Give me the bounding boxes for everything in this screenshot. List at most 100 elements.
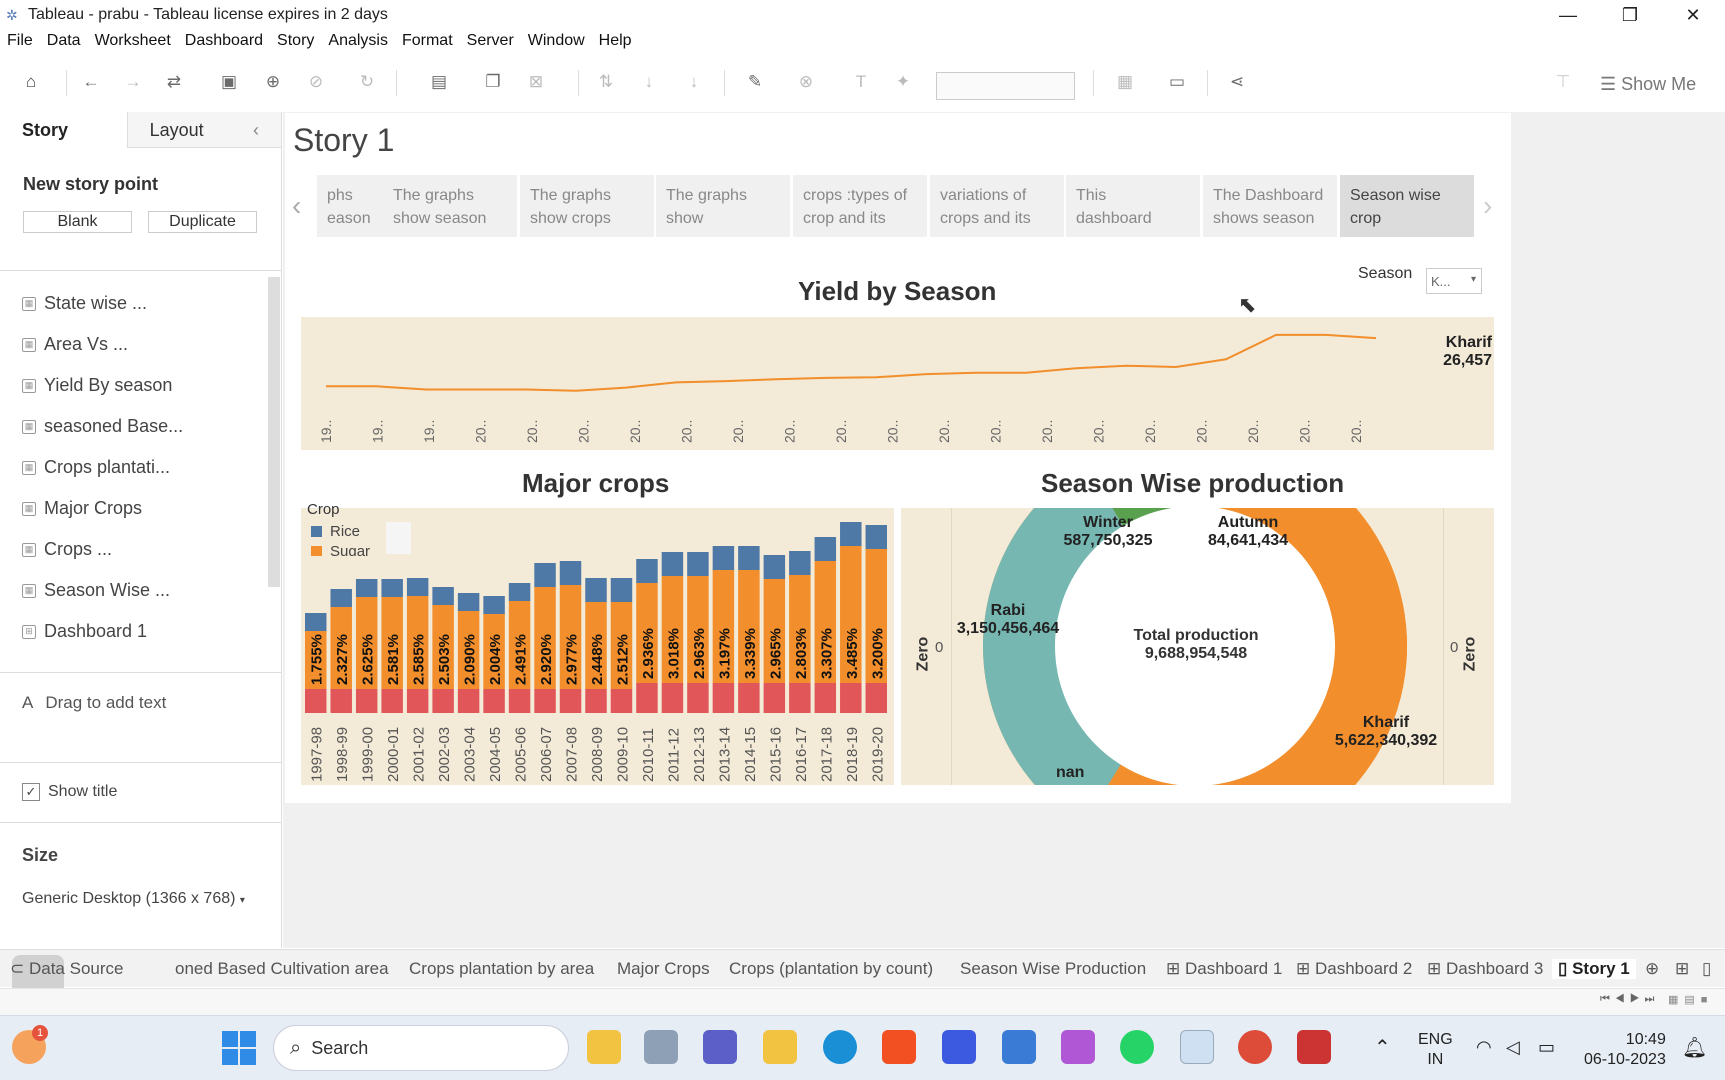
share-icon[interactable]: ⋖ xyxy=(1226,72,1248,92)
show-me-button[interactable]: ☰ Show Me xyxy=(1600,74,1696,95)
story-point[interactable]: phs eason xyxy=(317,175,383,237)
close-button[interactable]: ✕ xyxy=(1663,0,1723,30)
new-dashboard-tab-icon[interactable]: ⊞ xyxy=(1675,959,1689,979)
clear-icon[interactable]: ⊠ xyxy=(525,72,547,92)
pin-icon[interactable]: ✦ xyxy=(892,72,914,92)
highlight-icon[interactable]: ✎ xyxy=(744,72,766,92)
home-icon[interactable]: ⌂ xyxy=(20,72,42,92)
story-point[interactable]: The graphs show season xyxy=(383,175,517,237)
label-icon[interactable]: T xyxy=(850,72,872,92)
story-point[interactable]: crops :types of crop and its xyxy=(793,175,927,237)
sheet-item[interactable]: ⊞ Dashboard 1 xyxy=(0,611,282,652)
sheet-list-scrollbar[interactable] xyxy=(268,277,280,587)
notepad-icon[interactable] xyxy=(1002,1030,1036,1064)
teams-icon[interactable] xyxy=(703,1030,737,1064)
store-icon[interactable] xyxy=(882,1030,916,1064)
clipchamp-icon[interactable] xyxy=(1061,1030,1095,1064)
new-datasource-icon[interactable]: ⊕ xyxy=(262,72,284,92)
legend-scrollbar[interactable] xyxy=(386,522,411,554)
wifi-icon[interactable]: ◠ xyxy=(1476,1037,1492,1058)
file-explorer-icon[interactable] xyxy=(763,1030,797,1064)
menu-story[interactable]: Story xyxy=(270,32,321,58)
group-icon[interactable]: ⊗ xyxy=(795,72,817,92)
volume-icon[interactable]: ◁ xyxy=(1506,1037,1520,1058)
premiere-app-icon[interactable] xyxy=(587,1030,621,1064)
sheet-navigation-icons[interactable]: ⏮◀▶⏭ xyxy=(1600,993,1659,1006)
swap-icon[interactable]: ⇅ xyxy=(595,72,617,92)
story-point[interactable]: This dashboard xyxy=(1066,175,1200,237)
menu-worksheet[interactable]: Worksheet xyxy=(88,32,178,58)
story-point[interactable]: The graphs show xyxy=(656,175,790,237)
access-app-icon[interactable] xyxy=(1297,1030,1331,1064)
redo-icon[interactable]: → xyxy=(122,72,144,92)
pause-update-icon[interactable]: ⊘ xyxy=(305,72,327,92)
menu-data[interactable]: Data xyxy=(40,32,88,58)
tab-sheet[interactable]: Major Crops xyxy=(617,959,710,979)
duplicate-button[interactable]: Duplicate xyxy=(148,211,257,233)
format-painter-icon[interactable]: ⊤ xyxy=(1552,72,1574,92)
sheet-item[interactable]: ▦ Crops plantati... xyxy=(0,447,282,488)
menu-dashboard[interactable]: Dashboard xyxy=(178,32,270,58)
menu-help[interactable]: Help xyxy=(592,32,639,58)
menu-format[interactable]: Format xyxy=(395,32,460,58)
menu-analysis[interactable]: Analysis xyxy=(321,32,395,58)
story-point[interactable]: The Dashboard shows season xyxy=(1203,175,1337,237)
whatsapp-icon[interactable] xyxy=(1120,1030,1154,1064)
sheet-item[interactable]: ▦ Area Vs ... xyxy=(0,324,282,365)
restore-button[interactable]: ❐ xyxy=(1600,0,1660,30)
editor-app-icon[interactable] xyxy=(942,1030,976,1064)
story-prev-arrow[interactable]: ‹ xyxy=(292,190,301,222)
tab-dashboard[interactable]: ⊞ Dashboard 1 xyxy=(1166,959,1282,979)
size-dropdown[interactable]: Generic Desktop (1366 x 768) ▾ xyxy=(22,890,245,908)
undo-icon[interactable]: ← xyxy=(80,72,102,92)
blank-button[interactable]: Blank xyxy=(23,211,132,233)
story-point[interactable]: variations of crops and its xyxy=(930,175,1064,237)
show-title-option[interactable]: ✓ Show title xyxy=(0,762,282,821)
show-cards-icon[interactable]: ▦ xyxy=(1114,72,1136,92)
tab-layout[interactable]: Layout ‹ xyxy=(126,112,281,148)
season-filter-dropdown[interactable]: K... ▾ xyxy=(1426,268,1482,294)
duplicate-icon[interactable]: ❐ xyxy=(482,72,504,92)
edge-icon[interactable] xyxy=(823,1030,857,1064)
sheet-item[interactable]: ▦ seasoned Base... xyxy=(0,406,282,447)
sheet-item[interactable]: ▦ State wise ... xyxy=(0,283,282,324)
tab-data-source[interactable]: ⊂ Data Source xyxy=(10,959,123,979)
tableau-taskbar-icon[interactable] xyxy=(1180,1030,1214,1064)
save-icon[interactable]: ▣ xyxy=(218,72,240,92)
collapse-pane-icon[interactable]: ‹ xyxy=(253,120,259,141)
tab-story-1[interactable]: ▯ Story 1 xyxy=(1552,959,1636,979)
fit-dropdown[interactable] xyxy=(936,72,1075,100)
menu-window[interactable]: Window xyxy=(521,32,592,58)
tray-chevron-icon[interactable]: ⌃ xyxy=(1374,1035,1391,1060)
new-story-tab-icon[interactable]: ▯ xyxy=(1702,959,1711,979)
sort-asc-icon[interactable]: ↓ xyxy=(638,72,660,92)
legend-item-rice[interactable]: Rice xyxy=(311,523,360,540)
minimize-button[interactable]: — xyxy=(1538,0,1598,30)
new-worksheet-tab-icon[interactable]: ⊕ xyxy=(1645,959,1659,979)
sheet-item[interactable]: ▦ Crops ... xyxy=(0,529,282,570)
tab-sheet[interactable]: oned Based Cultivation area xyxy=(175,959,389,979)
language-indicator[interactable]: ENG IN xyxy=(1418,1030,1453,1070)
sort-desc-icon[interactable]: ↓ xyxy=(683,72,705,92)
tab-sheet[interactable]: Crops plantation by area xyxy=(409,959,594,979)
sheet-item[interactable]: ▦ Season Wise ... xyxy=(0,570,282,611)
tab-story[interactable]: Story xyxy=(0,112,127,148)
notifications-bell-icon[interactable]: 🔔︎ xyxy=(1682,1035,1707,1060)
clock[interactable]: 10:49 06-10-2023 xyxy=(1584,1030,1666,1070)
tab-sheet[interactable]: Season Wise Production xyxy=(960,959,1146,979)
tab-dashboard[interactable]: ⊞ Dashboard 2 xyxy=(1296,959,1412,979)
menu-file[interactable]: File xyxy=(0,32,40,58)
presentation-icon[interactable]: ▭ xyxy=(1166,72,1188,92)
sheet-item[interactable]: ▦ Yield By season xyxy=(0,365,282,406)
tab-dashboard[interactable]: ⊞ Dashboard 3 xyxy=(1427,959,1543,979)
tab-sheet[interactable]: Crops (plantation by count) xyxy=(729,959,933,979)
menu-server[interactable]: Server xyxy=(460,32,521,58)
new-worksheet-icon[interactable]: ▤ xyxy=(428,72,450,92)
drag-text-item[interactable]: A Drag to add text xyxy=(0,672,282,733)
sheet-item[interactable]: ▦ Major Crops xyxy=(0,488,282,529)
replay-icon[interactable]: ⇄ xyxy=(163,72,185,92)
windows-start-icon[interactable] xyxy=(222,1031,256,1065)
taskbar-search[interactable]: ⌕ Search xyxy=(273,1025,569,1071)
refresh-icon[interactable]: ↻ xyxy=(356,72,378,92)
task-view-icon[interactable] xyxy=(644,1030,678,1064)
